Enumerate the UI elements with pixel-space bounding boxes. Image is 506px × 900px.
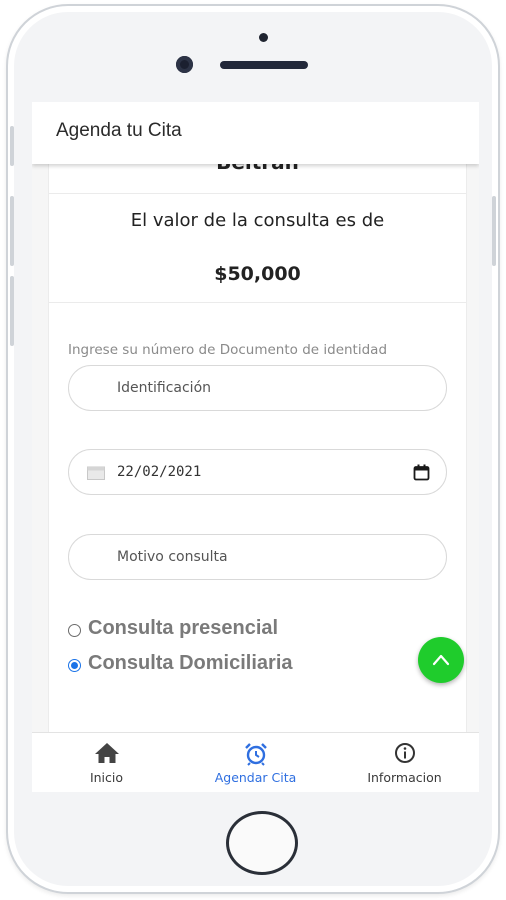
id-input[interactable]: Identificación (68, 365, 447, 411)
divider (49, 302, 466, 303)
radio-presencial[interactable] (68, 624, 81, 637)
power-button (492, 196, 496, 266)
page-title: Agenda tu Cita (56, 120, 182, 141)
info-icon (394, 742, 416, 768)
home-button[interactable] (226, 811, 298, 875)
scroll-top-button[interactable] (418, 637, 464, 683)
mute-switch (10, 126, 14, 166)
sensor-dot (259, 33, 268, 42)
divider (49, 193, 466, 194)
home-icon (94, 742, 120, 768)
nav-item-inicio[interactable]: Inicio (32, 733, 181, 792)
volume-up-button (10, 196, 14, 266)
date-input[interactable]: 22/02/2021 (68, 449, 447, 495)
date-value: 22/02/2021 (117, 464, 202, 480)
app-screen: Agenda tu Cita Beltran El valor de la co… (32, 102, 479, 792)
bottom-nav: Inicio Agendar Cita Informacion (32, 732, 479, 792)
doctor-name: Beltran (49, 164, 466, 174)
front-camera (176, 56, 193, 73)
nav-item-agendar-cita[interactable]: Agendar Cita (181, 733, 330, 792)
alarm-clock-icon (244, 742, 268, 770)
app-header: Agenda tu Cita (32, 102, 479, 164)
nav-label-informacion: Informacion (367, 770, 442, 785)
earpiece-speaker (220, 61, 308, 69)
radio-domiciliaria[interactable] (68, 659, 81, 672)
chevron-up-icon (432, 654, 450, 666)
document-label: Ingrese su número de Documento de identi… (68, 342, 388, 358)
scroll-content[interactable]: Beltran El valor de la consulta es de $5… (32, 164, 479, 732)
calendar-icon (87, 465, 105, 484)
appointment-card: Beltran El valor de la consulta es de $5… (48, 164, 467, 732)
price-text: El valor de la consulta es de (130, 210, 385, 231)
option-presencial-label: Consulta presencial (88, 617, 279, 639)
nav-label-agendar-cita: Agendar Cita (214, 770, 297, 785)
volume-down-button (10, 276, 14, 346)
reason-input[interactable]: Motivo consulta (68, 534, 447, 580)
price-value: $50,000 (214, 263, 301, 285)
nav-label-inicio: Inicio (89, 770, 124, 785)
option-domiciliaria-label: Consulta Domiciliaria (88, 652, 293, 674)
calendar-picker-icon[interactable] (413, 464, 430, 485)
nav-item-informacion[interactable]: Informacion (330, 733, 479, 792)
reason-input-placeholder: Motivo consulta (117, 549, 228, 565)
id-input-placeholder: Identificación (117, 380, 212, 396)
